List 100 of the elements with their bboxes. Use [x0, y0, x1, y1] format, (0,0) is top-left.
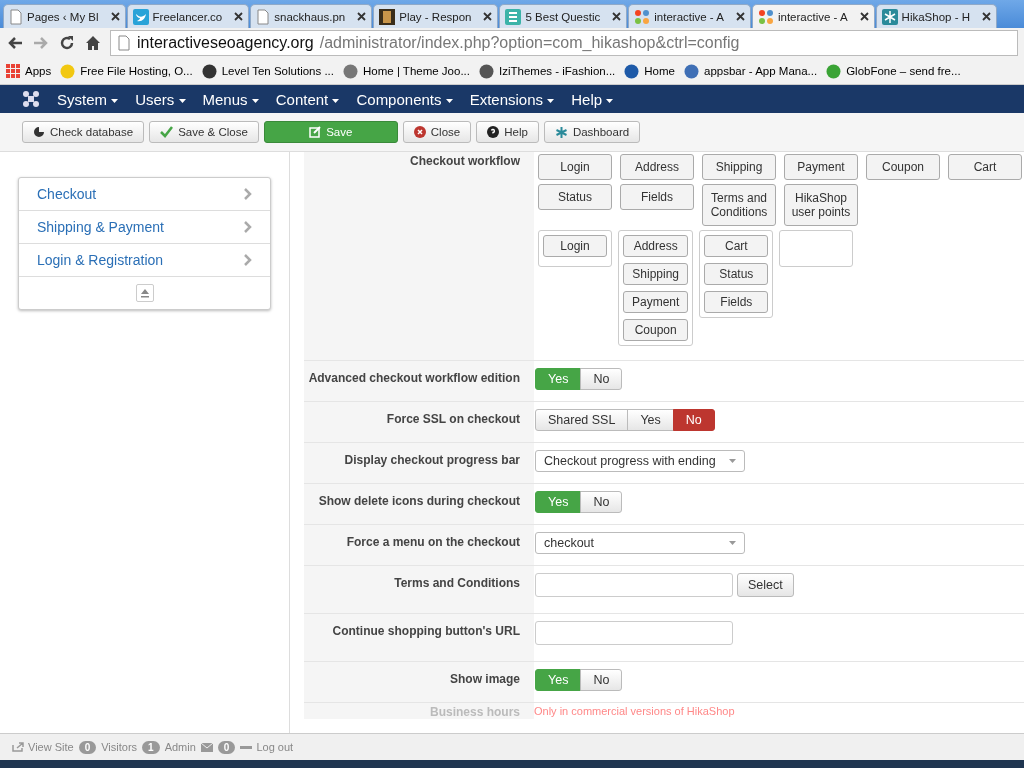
toggle-option[interactable]: No [672, 409, 715, 431]
workflow-block[interactable]: Coupon [623, 319, 689, 341]
workflow-block[interactable]: Login [543, 235, 607, 257]
check-database-button[interactable]: Check database [22, 121, 145, 143]
menu-item[interactable]: System [57, 90, 119, 108]
workflow-block[interactable]: Status [538, 184, 612, 210]
caret-icon [606, 98, 614, 103]
toggle-option[interactable]: Yes [627, 409, 674, 431]
field-label: Checkout workflow [409, 153, 521, 170]
workflow-block[interactable]: HikaShop user points [784, 184, 858, 226]
workflow-block[interactable]: Shipping [702, 154, 776, 180]
field-label: Show image [449, 671, 521, 688]
caret-icon [729, 541, 736, 545]
home-icon[interactable] [84, 34, 102, 52]
toggle-option[interactable]: No [580, 669, 623, 691]
close-icon[interactable] [735, 12, 745, 21]
caret-icon [547, 98, 555, 103]
external-link-icon [12, 742, 24, 752]
menu-item[interactable]: Extensions [469, 90, 555, 108]
joomla-icon [757, 8, 774, 25]
admin-label: Admin [164, 741, 196, 753]
workflow-block[interactable]: Terms and Conditions [702, 184, 776, 226]
workflow-block[interactable]: Cart [704, 235, 769, 257]
toggle-option[interactable]: No [580, 368, 623, 390]
close-icon [413, 126, 426, 138]
menu-item[interactable]: Users [135, 90, 186, 108]
browser-tab[interactable]: interactive - A [628, 4, 751, 28]
reload-icon[interactable] [58, 34, 76, 52]
database-icon [33, 126, 45, 138]
select-button[interactable]: Select [737, 573, 794, 597]
workflow-block[interactable]: Cart [948, 154, 1022, 180]
dropdown[interactable]: Checkout progress with ending [535, 450, 745, 472]
collapse-icon[interactable] [135, 284, 154, 302]
address-field[interactable]: interactiveseoagency.org /administrator/index.php?option=com_hikashop&ctrl=config [110, 30, 1018, 56]
toggle-option[interactable]: Shared SSL [535, 409, 629, 431]
back-icon[interactable] [6, 35, 24, 51]
workflow-block[interactable]: Status [704, 263, 769, 285]
close-icon[interactable] [859, 12, 869, 21]
workflow-block[interactable]: Address [620, 154, 694, 180]
field-label: Continue shopping button's URL [331, 623, 521, 640]
dashboard-button[interactable]: Dashboard [543, 121, 641, 143]
close-icon[interactable] [234, 12, 244, 21]
browser-tab[interactable]: HikaShop - H [875, 4, 997, 28]
toggle-option[interactable]: No [580, 491, 623, 513]
sidebar-item[interactable]: Shipping & Payment [19, 211, 270, 244]
bookmark[interactable]: GlobFone – send fre... [826, 63, 961, 79]
browser-tab[interactable]: 5 Best Questic [499, 4, 628, 28]
note-text: Only in commercial versions of HikaShop [534, 705, 735, 717]
bookmark[interactable]: Apps [6, 64, 52, 78]
workflow-block[interactable]: Address [623, 235, 689, 257]
close-icon[interactable] [357, 12, 367, 21]
bookmark[interactable]: Home [624, 63, 675, 79]
close-icon[interactable] [612, 12, 622, 21]
list-icon [505, 8, 522, 25]
bookmark[interactable]: Level Ten Solutions ... [201, 63, 334, 79]
browser-tab[interactable]: snackhaus.pn [250, 4, 373, 28]
close-button[interactable]: Close [402, 121, 472, 143]
workflow-block[interactable]: Coupon [866, 154, 940, 180]
workflow-block[interactable]: Payment [623, 291, 689, 313]
workflow-block[interactable]: Payment [784, 154, 858, 180]
help-button[interactable]: Help [476, 121, 539, 143]
menu-item[interactable]: Help [571, 90, 614, 108]
input-field[interactable] [535, 621, 733, 645]
menu-item[interactable]: Menus [202, 90, 259, 108]
close-icon[interactable] [982, 12, 991, 21]
workflow-block[interactable]: Shipping [623, 263, 689, 285]
field-label: Display checkout progress bar [343, 452, 521, 469]
workflow-block[interactable]: Login [538, 154, 612, 180]
input-field[interactable] [535, 573, 733, 597]
workflow-block[interactable]: Fields [620, 184, 694, 210]
field-label: Terms and Conditions [393, 575, 521, 592]
menu-item[interactable]: Content [275, 90, 340, 108]
field-label: Show delete icons during checkout [317, 493, 521, 510]
browser-tab[interactable]: Pages ‹ My Bl [3, 4, 126, 28]
sidebar-item[interactable]: Login & Registration [19, 244, 270, 277]
field-label: Force a menu on the checkout [345, 534, 521, 551]
edit-icon [309, 126, 322, 138]
caret-icon [445, 98, 453, 103]
bookmark[interactable]: IziThemes - iFashion... [479, 63, 616, 79]
workflow-block[interactable]: Fields [704, 291, 769, 313]
joomla-icon [634, 8, 651, 25]
browser-tab[interactable]: interactive - A [751, 4, 875, 28]
bookmark[interactable]: Home | Theme Joo... [343, 63, 470, 79]
close-icon[interactable] [110, 12, 120, 21]
caret-icon [729, 459, 736, 463]
browser-tab[interactable]: Play - Respon [373, 4, 499, 28]
envelope-icon [200, 742, 213, 752]
save-close-button[interactable]: Save & Close [149, 121, 259, 143]
field-label: Advanced checkout workflow edition [307, 370, 521, 387]
chevron-icon [244, 254, 252, 266]
sidebar-item[interactable]: Checkout [19, 178, 270, 211]
dropdown[interactable]: checkout [535, 532, 745, 554]
help-icon [487, 126, 500, 138]
bookmark[interactable]: appsbar - App Mana... [684, 63, 818, 79]
joomla-icon[interactable] [22, 90, 40, 108]
bookmark[interactable]: Free File Hosting, O... [60, 63, 193, 79]
browser-tab[interactable]: Freelancer.co [126, 4, 250, 28]
chevron-icon [244, 188, 252, 200]
close-icon[interactable] [483, 12, 493, 21]
menu-item[interactable]: Components [356, 90, 453, 108]
